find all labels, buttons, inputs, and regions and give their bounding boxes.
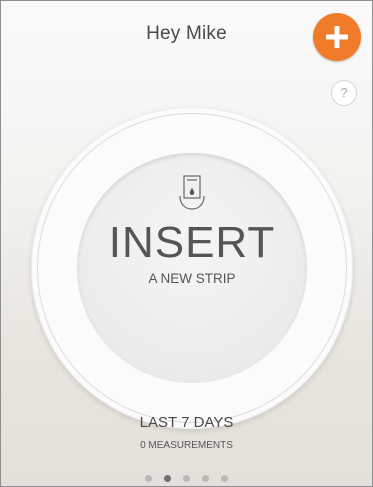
insert-strip-dial: INSERT A NEW STRIP <box>31 107 353 429</box>
test-strip-icon <box>179 175 205 210</box>
page-dot[interactable] <box>221 475 228 482</box>
insert-title: INSERT <box>108 218 276 267</box>
period-label: LAST 7 DAYS <box>139 414 234 431</box>
insert-subtitle: A NEW STRIP <box>148 271 236 286</box>
page-dot[interactable] <box>183 475 190 482</box>
measurement-count: 0 MEASUREMENTS <box>140 440 233 451</box>
page-dot[interactable] <box>145 475 152 482</box>
add-button[interactable] <box>313 13 361 61</box>
plus-icon <box>326 26 348 48</box>
help-button[interactable]: ? <box>331 80 357 106</box>
page-dot[interactable] <box>202 475 209 482</box>
insert-strip-button[interactable]: INSERT A NEW STRIP <box>77 153 307 383</box>
page-indicator <box>1 475 372 482</box>
page-dot[interactable] <box>164 475 171 482</box>
home-screen: Hey Mike ? INSERT A NEW STRIP LAST 7 DAY… <box>0 0 373 487</box>
